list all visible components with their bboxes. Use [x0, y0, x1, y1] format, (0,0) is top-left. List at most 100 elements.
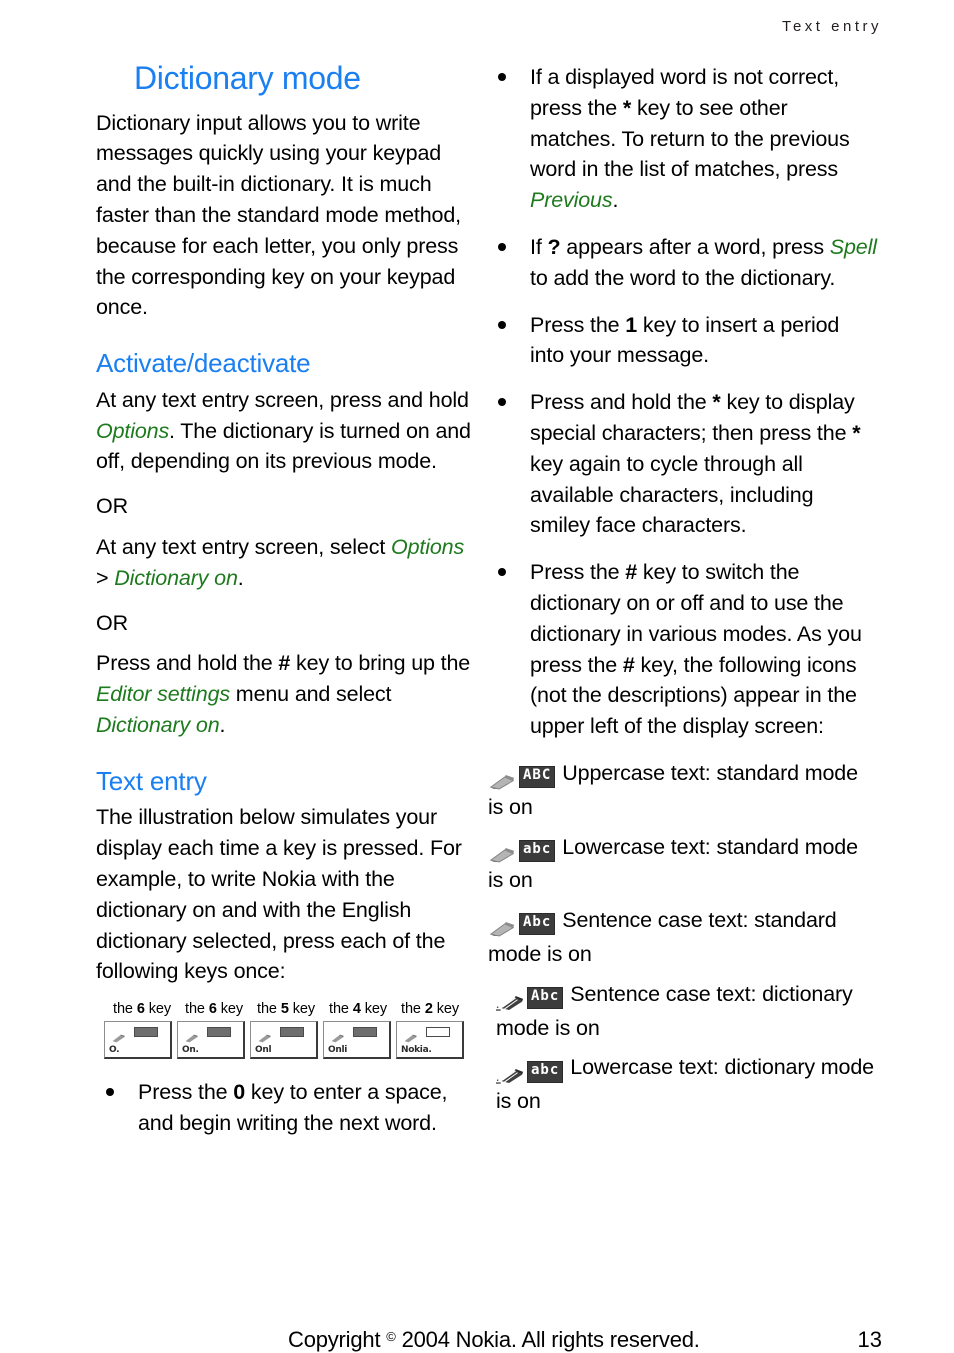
- copyright-text-post: 2004 Nokia. All rights reserved.: [395, 1327, 700, 1352]
- bullet-text: key again to cycle through all available…: [530, 451, 814, 538]
- icon-glyph-group: abc: [496, 1055, 564, 1086]
- or-label-1: OR: [96, 494, 128, 519]
- icon-glyph-group: ABC: [488, 761, 556, 792]
- pencil-icon: [330, 1028, 346, 1043]
- key-caption-post: key: [288, 1001, 315, 1018]
- display-word: Nokia.: [401, 1045, 432, 1056]
- key-glyph: ?: [547, 234, 561, 259]
- display-word: Onli: [328, 1045, 348, 1056]
- key-caption-number: 2: [424, 1001, 433, 1018]
- right-column: If a displayed word is not correct, pres…: [488, 62, 878, 1126]
- copyright-notice: Copyright © 2004 Nokia. All rights reser…: [288, 1327, 700, 1353]
- display-word: O.: [109, 1045, 120, 1056]
- key-caption-post: key: [144, 1001, 171, 1018]
- list-item: If ? appears after a word, press Spell t…: [488, 232, 878, 294]
- activate-p3-text-a: Press and hold the: [96, 651, 279, 676]
- section-heading-text-entry: Text entry: [96, 765, 207, 796]
- display-screen-1: O.: [104, 1021, 172, 1060]
- key-caption-3: the 5 key: [250, 1001, 322, 1017]
- activate-p2-text-a: At any text entry screen, select: [96, 534, 391, 559]
- page-number: 13: [857, 1327, 882, 1352]
- editor-settings-link: Editor settings: [96, 682, 230, 707]
- key-caption-2: the 6 key: [178, 1001, 250, 1017]
- icon-glyph-group: Abc: [488, 908, 556, 939]
- key-caption-post: key: [216, 1001, 243, 1018]
- display-screen-5: Nokia.: [396, 1021, 464, 1060]
- pencil-icon: [403, 1028, 419, 1043]
- key-caption-4: the 4 key: [322, 1001, 394, 1017]
- pencil-icon: [184, 1028, 200, 1043]
- key-caption-pre: the: [257, 1001, 281, 1018]
- bullet-dot-icon: [498, 398, 506, 407]
- case-mode-badge: abc: [519, 839, 556, 862]
- pencil-solid-icon: [496, 990, 524, 1011]
- icon-legend-list: ABC Uppercase text: standard mode is on ab…: [488, 758, 878, 1117]
- bullet-text: to add the word to the dictionary.: [530, 265, 836, 290]
- activate-p3-text-b: key to bring up the: [290, 651, 471, 676]
- softkey-link: Spell: [829, 234, 877, 259]
- icon-glyph-group: abc: [488, 835, 556, 866]
- display-simulation-strip: O. On. Onl Onli Nokia.: [104, 1021, 478, 1060]
- icon-legend-row-2: abc Lowercase text: standard mode is on: [488, 832, 878, 897]
- display-word: Onl: [255, 1045, 272, 1056]
- bullet-text: .: [612, 188, 619, 213]
- softkey-link: Previous: [530, 188, 613, 213]
- right-bullet-list: If a displayed word is not correct, pres…: [488, 62, 878, 742]
- case-mode-badge: Abc: [519, 913, 556, 936]
- text-entry-paragraph: The illustration below simulates your di…: [96, 805, 462, 984]
- page-title: Dictionary mode: [134, 60, 361, 96]
- key-caption-pre: the: [185, 1001, 209, 1018]
- bullet-dot-icon: [498, 242, 506, 251]
- key-glyph: #: [622, 652, 635, 677]
- left-column: Dictionary mode Dictionary input allows …: [96, 60, 482, 1155]
- mode-indicator-icon: [353, 1027, 377, 1038]
- activate-p3-text-d: .: [219, 712, 226, 737]
- pencil-outline-icon: [488, 842, 516, 863]
- mode-indicator-icon: [280, 1027, 304, 1038]
- key-caption-number: 6: [208, 1001, 217, 1018]
- key-caption-number: 6: [136, 1001, 145, 1018]
- activate-paragraph-2: At any text entry screen, select Options…: [96, 532, 482, 594]
- display-word: On.: [182, 1045, 199, 1056]
- key-caption-strip: the 6 key the 6 key the 5 key the 4 key the …: [106, 1001, 480, 1017]
- key-caption-post: key: [360, 1001, 387, 1018]
- key-glyph: #: [625, 560, 638, 585]
- dictionary-on-link-1: Dictionary on: [114, 565, 238, 590]
- activate-paragraph-1: At any text entry screen, press and hold…: [96, 385, 482, 477]
- key-glyph: 1: [625, 312, 638, 337]
- key-caption-number: 4: [352, 1001, 361, 1018]
- activate-p3-text-c: menu and select: [229, 682, 392, 707]
- key-caption-pre: the: [329, 1001, 353, 1018]
- bullet-text: Press the: [530, 560, 626, 585]
- case-mode-badge: Abc: [527, 987, 564, 1010]
- activate-p2-text-b: .: [237, 565, 244, 590]
- intro-paragraph: Dictionary input allows you to write mes…: [96, 110, 461, 320]
- icon-legend-row-3: Abc Sentence case text: standard mode is …: [488, 905, 878, 970]
- mode-indicator-icon: [134, 1027, 158, 1038]
- key-glyph: *: [622, 95, 632, 120]
- section-heading-activate-deactivate: Activate/deactivate: [96, 348, 311, 379]
- display-screen-3: Onl: [250, 1021, 318, 1060]
- pencil-outline-icon: [488, 916, 516, 937]
- list-item: Press the 1 key to insert a period into …: [488, 310, 878, 372]
- bullet-text: Press the: [138, 1080, 234, 1105]
- left-bullet-list: Press the 0 key to enter a space, and be…: [96, 1077, 482, 1139]
- mode-indicator-icon: [426, 1027, 450, 1038]
- icon-legend-row-5: abc Lowercase text: dictionary mode is on: [488, 1052, 878, 1117]
- key-caption-number: 5: [280, 1001, 289, 1018]
- activate-p2-separator: >: [96, 565, 115, 590]
- hash-key-glyph-1: #: [278, 651, 291, 676]
- copyright-symbol: ©: [386, 1329, 396, 1344]
- bullet-text: appears after a word, press: [560, 234, 830, 259]
- key-caption-pre: the: [401, 1001, 425, 1018]
- bullet-text: Press and hold the: [530, 390, 713, 415]
- icon-legend-row-1: ABC Uppercase text: standard mode is on: [488, 758, 878, 823]
- key-glyph: *: [712, 390, 721, 415]
- bullet-text: If: [530, 234, 548, 259]
- key-glyph: 0: [233, 1080, 246, 1105]
- pencil-solid-icon: [496, 1063, 524, 1084]
- pencil-icon: [257, 1028, 273, 1043]
- pencil-outline-icon: [488, 769, 516, 790]
- icon-legend-row-4: Abc Sentence case text: dictionary mode i…: [488, 979, 878, 1044]
- activate-p1-text-a: At any text entry screen, press and hold: [96, 387, 469, 412]
